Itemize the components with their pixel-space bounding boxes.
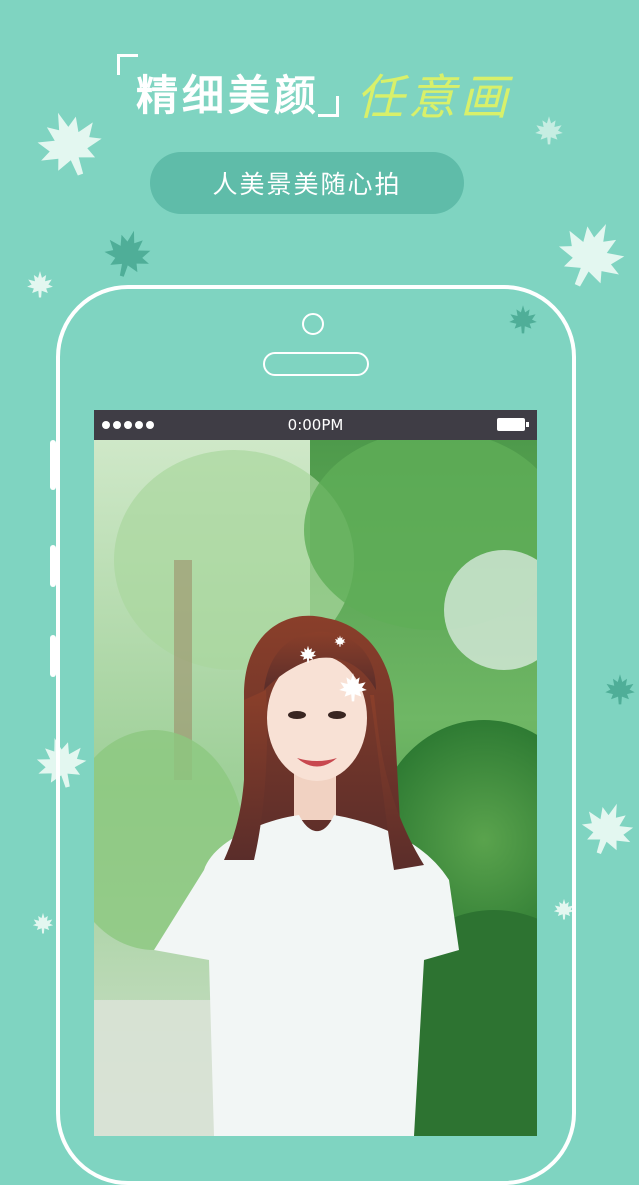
bracket-bottom-right bbox=[318, 96, 339, 117]
maple-leaf-icon bbox=[605, 674, 635, 705]
phone-side-button bbox=[50, 545, 56, 587]
phone-side-button bbox=[50, 635, 56, 677]
battery-icon bbox=[497, 418, 529, 431]
headline: 精细美颜 任意画 bbox=[0, 0, 639, 140]
phone-screen: 0:00PM bbox=[94, 410, 537, 1136]
subtitle-pill: 人美景美随心拍 bbox=[150, 152, 464, 214]
headline-main: 精细美颜 bbox=[136, 71, 321, 120]
phone-speaker bbox=[263, 352, 369, 376]
phone-camera bbox=[302, 313, 324, 335]
maple-leaf-icon bbox=[580, 800, 636, 856]
maple-leaf-icon bbox=[32, 912, 54, 934]
portrait-photo bbox=[94, 440, 537, 1136]
subtitle-text: 人美景美随心拍 bbox=[212, 170, 402, 199]
maple-leaf-icon bbox=[556, 218, 628, 290]
bracket-top-left bbox=[117, 54, 138, 75]
status-time: 0:00PM bbox=[287, 416, 344, 434]
status-bar: 0:00PM bbox=[94, 410, 537, 440]
maple-leaf-icon bbox=[103, 228, 153, 278]
phone-side-button bbox=[50, 440, 56, 490]
maple-leaf-icon bbox=[27, 271, 53, 298]
headline-accent: 任意画 bbox=[356, 70, 513, 126]
